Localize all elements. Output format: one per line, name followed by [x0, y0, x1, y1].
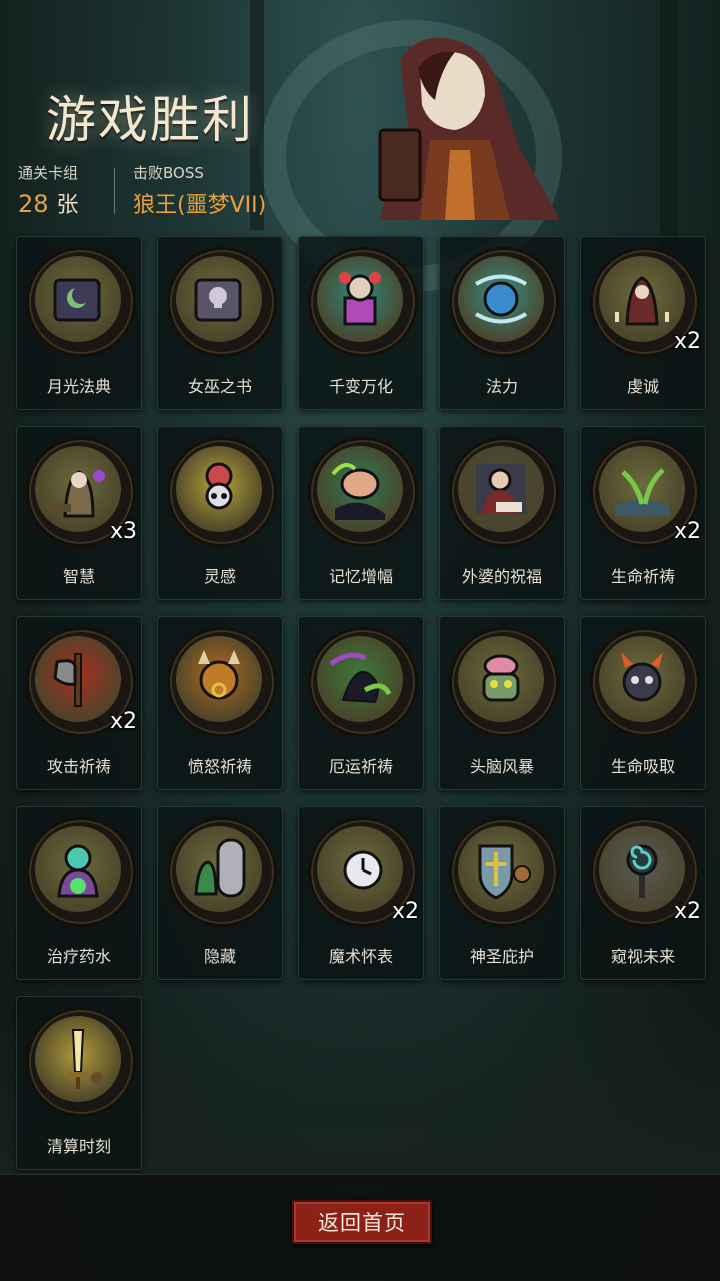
card-label: 治疗药水	[46, 947, 111, 966]
card-badge	[590, 627, 700, 737]
card-label: 记忆增幅	[328, 567, 393, 586]
card-label: 魔术怀表	[328, 947, 393, 966]
card-tile[interactable]: 千变万化	[298, 236, 424, 410]
card-tile[interactable]: 隐藏	[157, 806, 283, 980]
card-count-badge: x2	[109, 709, 137, 734]
card-tile[interactable]: x2 攻击祈祷	[16, 616, 142, 790]
card-label: 窥视未来	[610, 947, 675, 966]
cards-stat-value: 28 张	[18, 187, 79, 219]
card-label: 清算时刻	[46, 1137, 111, 1156]
card-tile[interactable]: 愤怒祈祷	[157, 616, 283, 790]
card-tile[interactable]: 灵感	[157, 426, 283, 600]
doom-bird-icon	[317, 636, 403, 722]
cards-count: 28	[18, 190, 49, 218]
card-tile[interactable]: x2 生命祈祷	[580, 426, 706, 600]
card-tile[interactable]: 记忆增幅	[298, 426, 424, 600]
pocket-watch-icon	[317, 826, 403, 912]
boss-stat-label: 击败BOSS	[133, 164, 204, 182]
card-label: 法力	[485, 377, 518, 396]
card-tile[interactable]: 生命吸取	[580, 616, 706, 790]
light-sword-icon	[35, 1016, 121, 1102]
jester-box-icon	[317, 256, 403, 342]
stat-divider	[114, 168, 115, 214]
book-moon-icon	[35, 256, 121, 342]
card-badge	[167, 247, 277, 357]
card-tile[interactable]: 清算时刻	[16, 996, 142, 1170]
card-label: 攻击祈祷	[46, 757, 111, 776]
card-label: 头脑风暴	[469, 757, 534, 776]
rage-beast-icon	[176, 636, 262, 722]
card-badge	[26, 247, 136, 357]
potion-ghoul-icon	[35, 826, 121, 912]
card-count-badge: x2	[673, 519, 701, 544]
card-label: 灵感	[203, 567, 236, 586]
card-label: 千变万化	[328, 377, 393, 396]
hooded-witch-portrait	[378, 37, 560, 220]
page-title: 游戏胜利	[46, 91, 254, 149]
card-tile[interactable]: 头脑风暴	[439, 616, 565, 790]
card-tile[interactable]: x2 窥视未来	[580, 806, 706, 980]
book-skull-icon	[176, 256, 262, 342]
sage-icon	[35, 446, 121, 532]
card-count-badge: x2	[391, 899, 419, 924]
card-tile[interactable]: x3 智慧	[16, 426, 142, 600]
mana-orb-icon	[458, 256, 544, 342]
card-label: 女巫之书	[187, 377, 252, 396]
card-count-badge: x3	[109, 519, 137, 544]
card-badge	[449, 247, 559, 357]
card-label: 生命祈祷	[610, 567, 675, 586]
card-badge	[449, 437, 559, 547]
grandma-icon	[458, 446, 544, 532]
brain-skull-icon	[176, 446, 262, 532]
card-tile[interactable]: 月光法典	[16, 236, 142, 410]
goblin-door-icon	[176, 826, 262, 912]
card-badge	[449, 627, 559, 737]
card-label: 隐藏	[203, 947, 236, 966]
card-label: 外婆的祝福	[461, 567, 542, 586]
brain-icon	[317, 446, 403, 532]
card-label: 智慧	[62, 567, 95, 586]
card-label: 月光法典	[46, 377, 111, 396]
card-tile[interactable]: x2 魔术怀表	[298, 806, 424, 980]
praying-monk-icon	[599, 256, 685, 342]
card-tile[interactable]: 治疗药水	[16, 806, 142, 980]
card-tile[interactable]: 法力	[439, 236, 565, 410]
card-badge	[308, 437, 418, 547]
card-badge	[308, 247, 418, 357]
card-badge	[167, 817, 277, 927]
background-tree	[660, 0, 678, 250]
holy-shield-icon	[458, 826, 544, 912]
card-badge	[26, 1007, 136, 1117]
card-tile[interactable]: 厄运祈祷	[298, 616, 424, 790]
axe-icon	[35, 636, 121, 722]
card-badge	[308, 627, 418, 737]
cards-stat: 通关卡组 28 张	[18, 162, 79, 219]
card-label: 神圣庇护	[469, 947, 534, 966]
boss-stat: 击败BOSS 狼王(噩梦VII)	[133, 162, 266, 219]
demon-icon	[599, 636, 685, 722]
card-tile[interactable]: x2 虔诚	[580, 236, 706, 410]
card-label: 生命吸取	[610, 757, 675, 776]
card-badge	[26, 817, 136, 927]
card-tile[interactable]: 女巫之书	[157, 236, 283, 410]
card-badge	[167, 437, 277, 547]
return-home-button[interactable]: 返回首页	[292, 1200, 432, 1244]
card-tile[interactable]: 外婆的祝福	[439, 426, 565, 600]
card-label: 虔诚	[626, 377, 659, 396]
sprout-icon	[599, 446, 685, 532]
card-count-badge: x2	[673, 899, 701, 924]
card-count-badge: x2	[673, 329, 701, 354]
cards-stat-label: 通关卡组	[18, 164, 79, 182]
spiral-staff-icon	[599, 826, 685, 912]
card-label: 厄运祈祷	[328, 757, 393, 776]
boss-stat-value: 狼王(噩梦VII)	[133, 193, 267, 218]
card-badge	[167, 627, 277, 737]
card-badge	[449, 817, 559, 927]
zombie-brain-icon	[458, 636, 544, 722]
cards-unit: 张	[56, 193, 79, 218]
card-tile[interactable]: 神圣庇护	[439, 806, 565, 980]
card-label: 愤怒祈祷	[187, 757, 252, 776]
